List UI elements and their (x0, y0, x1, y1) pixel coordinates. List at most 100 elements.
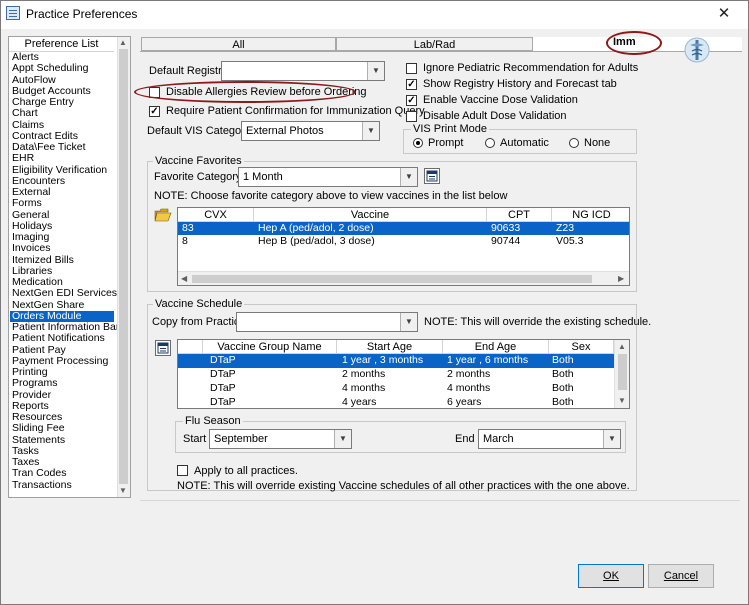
cvx-cell: 83 (182, 222, 194, 234)
list-item[interactable]: Forms (12, 198, 42, 209)
default-registry-label: Default Registry (149, 65, 228, 77)
copy-note: NOTE: This will override the existing sc… (424, 316, 652, 328)
ignore-pediatric-checkbox[interactable] (406, 63, 417, 74)
list-item[interactable]: NextGen EDI Services (12, 288, 117, 299)
column-header-vaccine-group[interactable]: Vaccine Group Name (203, 340, 337, 354)
table-row[interactable]: 83 Hep A (ped/adol, 2 dose) 90633 Z23 (178, 222, 629, 235)
start-age-cell: 2 months (342, 368, 386, 380)
list-edit-icon[interactable] (424, 168, 440, 184)
apply-all-checkbox[interactable] (177, 465, 188, 476)
table-row[interactable]: DTaP 4 months 4 months Both (178, 382, 614, 396)
show-registry-checkbox[interactable]: ✓ (406, 79, 417, 90)
list-item[interactable]: Statements (12, 434, 65, 446)
close-icon[interactable]: ✕ (712, 4, 736, 24)
list-item[interactable]: EHR (12, 153, 34, 164)
schedule-edit-icon[interactable] (155, 340, 171, 356)
list-item[interactable]: General (12, 209, 49, 221)
app-icon (6, 6, 20, 20)
end-age-cell: 2 months (447, 368, 491, 380)
list-item[interactable]: Sliding Fee (12, 423, 65, 434)
scroll-right-icon[interactable]: ▶ (618, 274, 624, 283)
require-confirmation-checkbox[interactable]: ✓ (149, 106, 160, 117)
list-item[interactable]: Claims (12, 119, 44, 131)
scrollbar-thumb[interactable] (192, 275, 592, 283)
flu-end-label: End (455, 433, 475, 445)
flu-start-select[interactable]: September ▼ (209, 429, 352, 449)
scroll-down-icon[interactable]: ▼ (618, 396, 626, 405)
flu-start-label: Start (183, 433, 207, 445)
ok-button-label: OK (603, 570, 619, 582)
enable-vaccine-dose-label: Enable Vaccine Dose Validation (423, 94, 578, 106)
list-item[interactable]: Transactions (12, 479, 72, 491)
disable-allergies-highlight-circle (134, 81, 356, 103)
list-item[interactable]: Provider (12, 389, 51, 401)
column-header-cvx[interactable]: CVX (178, 208, 254, 222)
disable-adult-dose-checkbox[interactable] (406, 111, 417, 122)
vaccine-schedule-grid[interactable]: Vaccine Group Name Start Age End Age Sex… (177, 339, 630, 409)
list-item[interactable]: Patient Pay (12, 344, 66, 356)
copy-from-practice-select[interactable]: ▼ (236, 312, 418, 332)
table-row[interactable]: DTaP 1 year , 3 months 1 year , 6 months… (178, 354, 614, 368)
scroll-down-icon[interactable]: ▼ (119, 486, 127, 495)
table-row[interactable]: DTaP 2 months 2 months Both (178, 368, 614, 382)
chevron-down-icon[interactable]: ▼ (367, 62, 384, 80)
icd-cell: V05.3 (556, 235, 584, 247)
scrollbar-thumb[interactable] (119, 49, 128, 484)
column-header-vaccine[interactable]: Vaccine (254, 208, 487, 222)
tab-lab-rad[interactable]: Lab/Rad (336, 37, 533, 51)
imm-tab-highlight-circle (606, 31, 662, 55)
default-registry-select[interactable]: ▼ (221, 61, 385, 81)
list-item[interactable]: AutoFlow (12, 74, 56, 86)
radio-prompt[interactable] (413, 138, 423, 148)
radio-prompt-label: Prompt (428, 137, 464, 149)
scroll-up-icon[interactable]: ▲ (119, 38, 127, 47)
radio-automatic[interactable] (485, 138, 495, 148)
column-header-cpt[interactable]: CPT (487, 208, 552, 222)
list-item[interactable]: Invoices (12, 243, 51, 254)
list-item[interactable]: Appt Scheduling (12, 63, 88, 74)
enable-vaccine-dose-checkbox[interactable]: ✓ (406, 95, 417, 106)
column-header-sex[interactable]: Sex (549, 340, 614, 354)
tab-all[interactable]: All (141, 37, 336, 51)
column-header-end-age[interactable]: End Age (443, 340, 549, 354)
bottom-divider (140, 500, 740, 501)
vaccine-cell: Hep A (ped/adol, 2 dose) (258, 222, 374, 234)
default-vis-select[interactable]: External Photos ▼ (241, 121, 380, 141)
column-header-indicator (178, 340, 203, 354)
radio-none[interactable] (569, 138, 579, 148)
flu-end-select[interactable]: March ▼ (478, 429, 621, 449)
list-item[interactable]: Patient Notifications (12, 333, 105, 344)
disable-adult-dose-label: Disable Adult Dose Validation (423, 110, 567, 122)
list-item[interactable]: Tran Codes (12, 468, 66, 479)
chevron-down-icon[interactable]: ▼ (400, 168, 417, 186)
folder-open-icon[interactable] (154, 207, 172, 223)
cancel-button[interactable]: Cancel (648, 564, 714, 588)
scroll-up-icon[interactable]: ▲ (618, 342, 626, 351)
default-vis-label: Default VIS Category (147, 125, 251, 137)
column-header-start-age[interactable]: Start Age (337, 340, 443, 354)
chevron-down-icon[interactable]: ▼ (400, 313, 417, 331)
end-age-cell: 6 years (447, 396, 482, 408)
list-item[interactable]: Itemized Bills (12, 254, 74, 266)
preference-list[interactable]: Preference List Alerts Appt Scheduling Aut… (8, 36, 131, 498)
list-item[interactable]: Programs (12, 378, 58, 389)
vaccine-favorites-grid[interactable]: CVX Vaccine CPT NG ICD 83 Hep A (ped/ado… (177, 207, 630, 286)
favorites-horizontal-scrollbar[interactable]: ◀ ▶ (178, 271, 629, 285)
vis-print-mode-label: VIS Print Mode (411, 123, 489, 135)
scroll-left-icon[interactable]: ◀ (181, 274, 187, 283)
list-item[interactable]: Eligibility Verification (12, 164, 107, 176)
table-row[interactable]: 8 Hep B (ped/adol, 3 dose) 90744 V05.3 (178, 235, 629, 248)
table-row[interactable]: DTaP 4 years 6 years Both (178, 396, 614, 408)
chevron-down-icon[interactable]: ▼ (334, 430, 351, 448)
require-confirmation-label: Require Patient Confirmation for Immuniz… (166, 105, 425, 117)
immunization-icon (682, 36, 712, 64)
column-header-ng-icd[interactable]: NG ICD (552, 208, 629, 222)
schedule-vertical-scrollbar[interactable]: ▲ ▼ (614, 340, 629, 408)
scrollbar-thumb[interactable] (618, 354, 627, 390)
favorite-category-select[interactable]: 1 Month ▼ (238, 167, 418, 187)
list-item[interactable]: NextGen Share (12, 299, 84, 311)
list-item[interactable]: Chart (12, 108, 38, 119)
ok-button[interactable]: OK (578, 564, 644, 588)
chevron-down-icon[interactable]: ▼ (603, 430, 620, 448)
chevron-down-icon[interactable]: ▼ (362, 122, 379, 140)
